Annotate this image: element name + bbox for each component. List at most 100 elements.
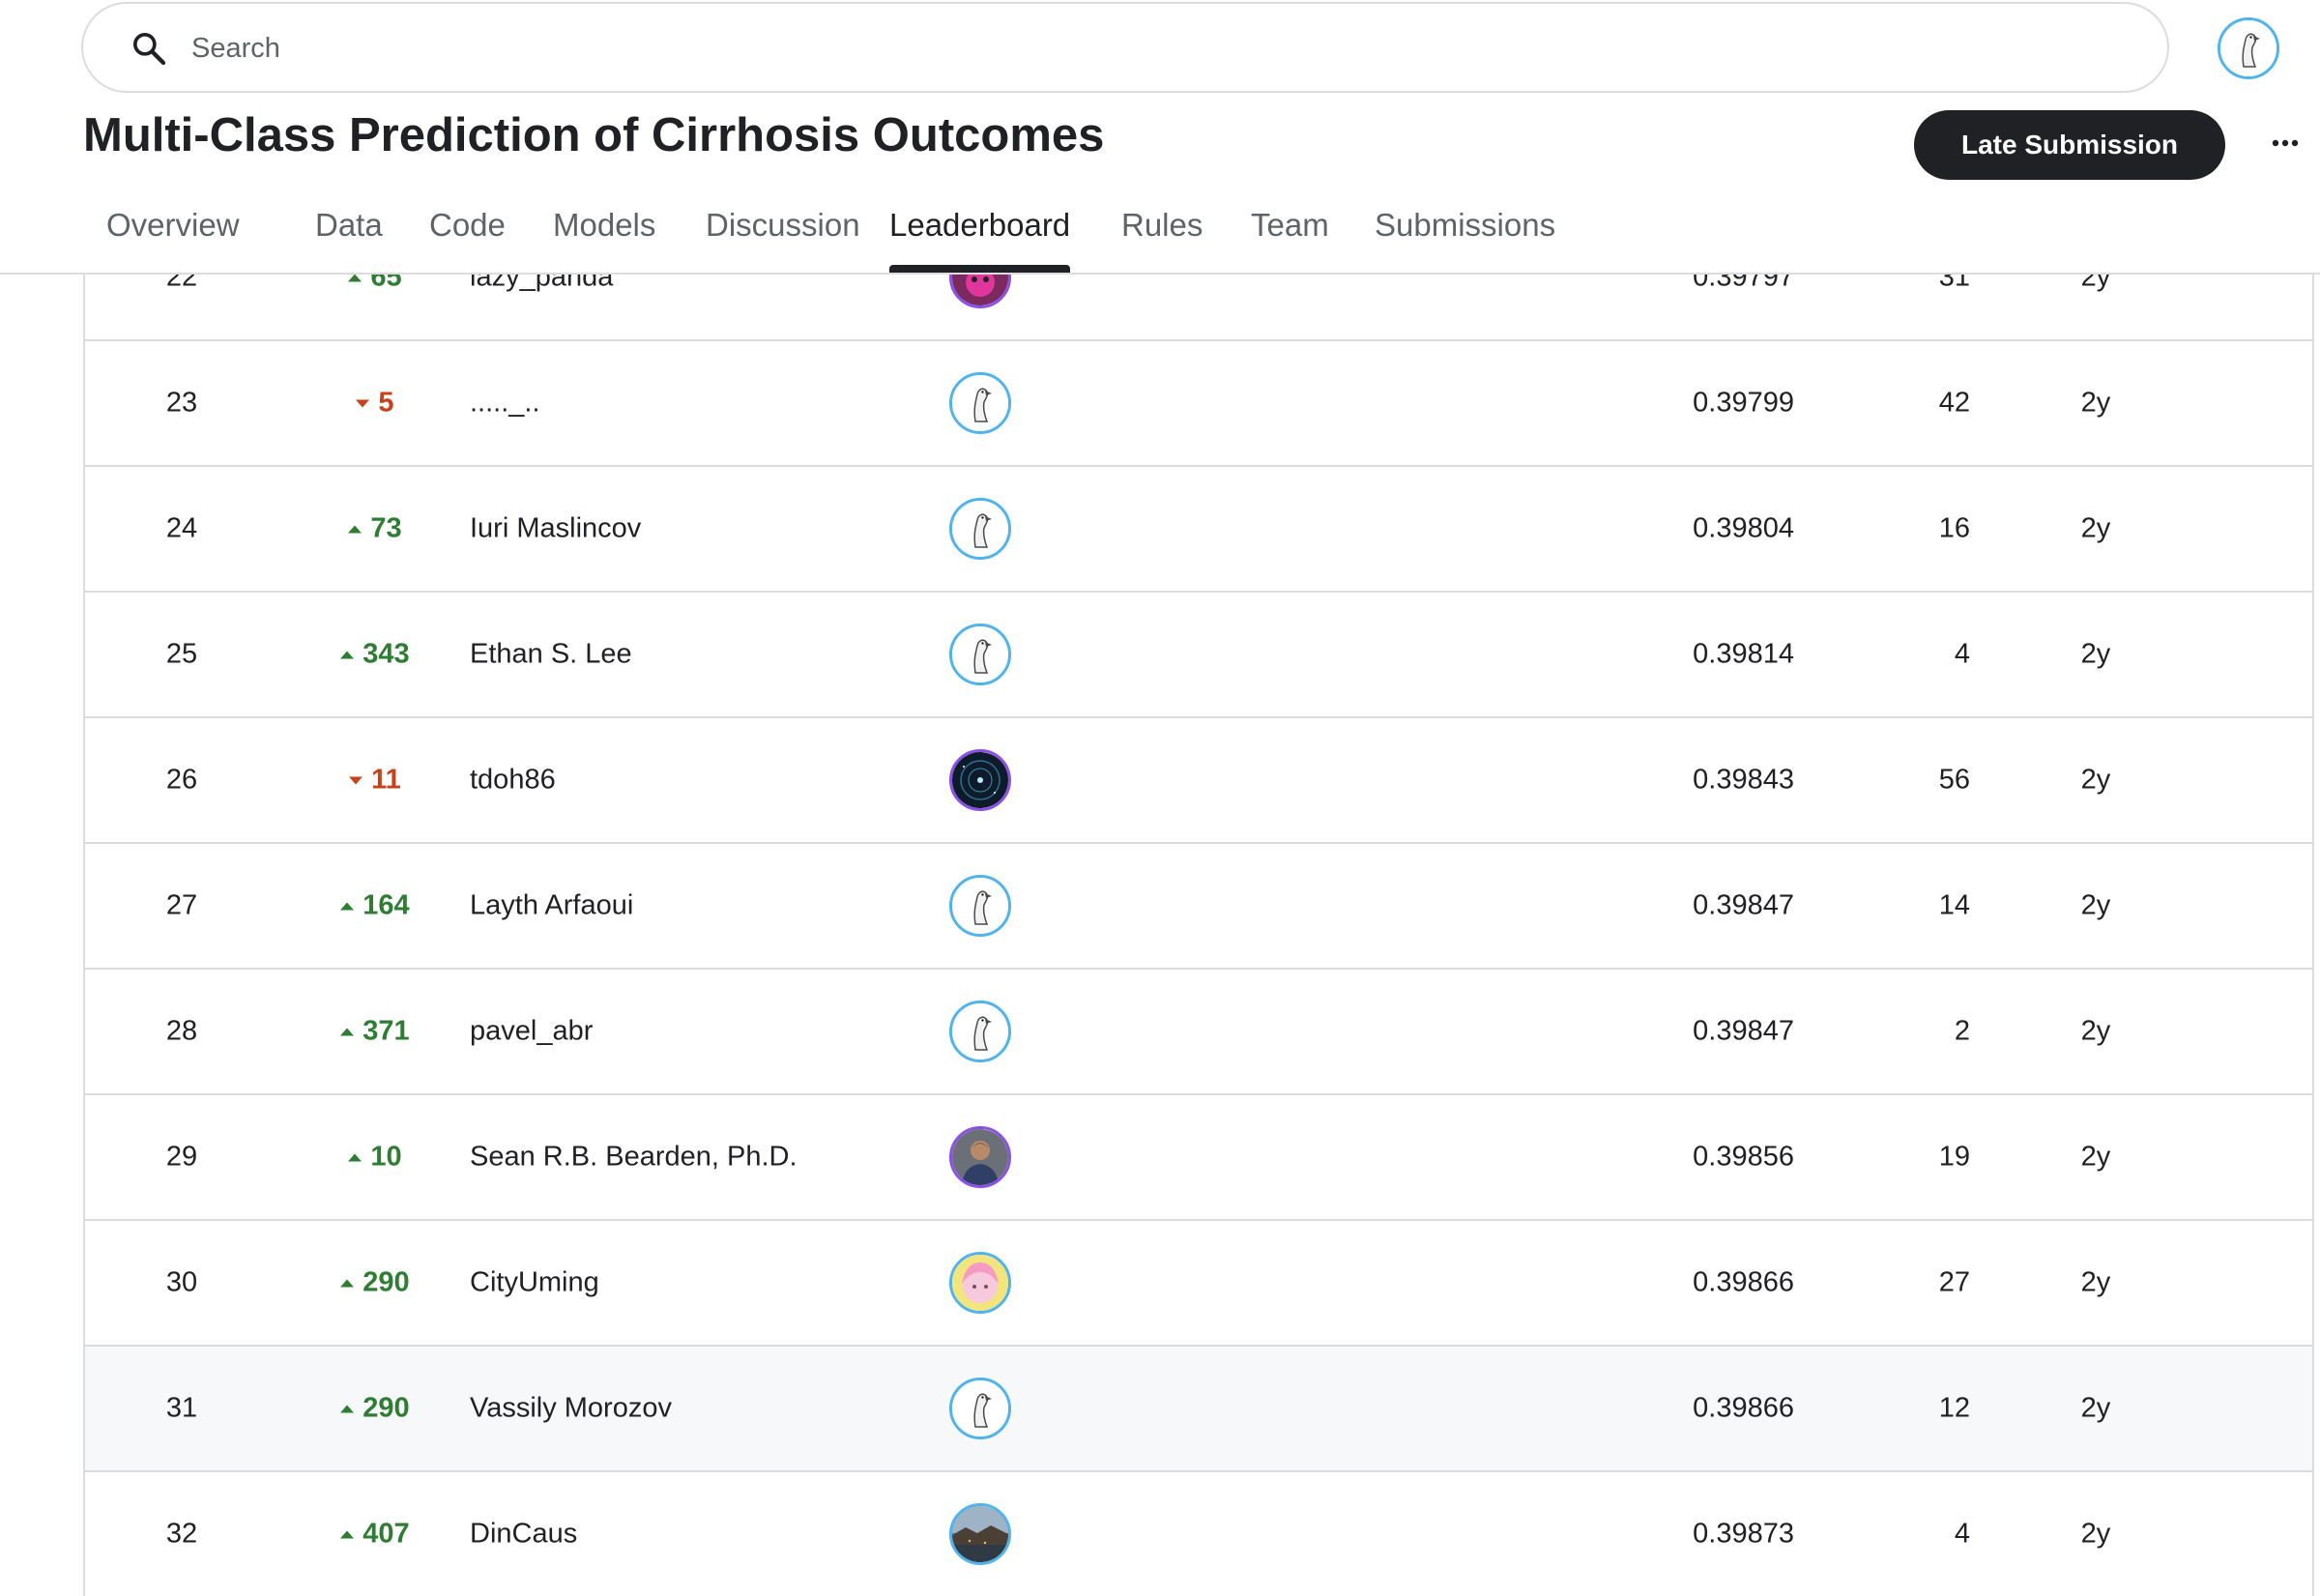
landscape-icon [952,1506,1008,1562]
arrow-up-icon [348,1153,362,1161]
score-cell: 0.39843 [1693,764,1794,796]
tab-rules[interactable]: Rules [1098,201,1226,273]
team-name[interactable]: Iuri Maslincov [470,513,641,545]
avatar[interactable] [949,1378,1011,1439]
leaderboard-table: 22 65 lazy_panda 0.39797 31 2y 23 5 ....._.. 0.39… [83,214,2314,1596]
table-row[interactable]: 31 290 Vassily Morozov 0.39866 12 2y [85,1345,2312,1470]
table-row[interactable]: 28 371 pavel_abr 0.39847 2 2y [85,968,2312,1093]
goose-icon [952,878,1008,934]
late-submission-button[interactable]: Late Submission [1914,110,2225,180]
score-cell: 0.39847 [1693,1015,1794,1047]
rank-change-value: 343 [362,638,410,670]
score-cell: 0.39856 [1693,1141,1794,1173]
arrow-up-icon [340,1405,355,1412]
team-name[interactable]: CityUming [470,1267,599,1299]
tab-overview[interactable]: Overview [83,201,263,273]
user-avatar[interactable] [2218,17,2279,79]
score-cell: 0.39873 [1693,1518,1794,1550]
avatar[interactable] [949,372,1011,434]
search-bar[interactable] [81,2,2169,93]
avatar[interactable] [949,1001,1011,1062]
rank-change-value: 11 [371,764,401,796]
entries-cell: 4 [1954,1518,1970,1550]
goose-icon [2220,20,2276,76]
entries-cell: 14 [1938,889,1970,921]
goose-icon [952,626,1008,682]
last-submission-cell: 2y [2080,638,2111,670]
entries-cell: 56 [1938,764,1970,796]
avatar[interactable] [949,1252,1011,1314]
rank-cell: 24 [165,512,198,544]
entries-cell: 12 [1938,1392,1970,1424]
rank-change: 5 [317,388,433,420]
rank-cell: 28 [165,1015,198,1047]
team-members [949,875,1011,937]
team-name[interactable]: Layth Arfaoui [470,890,633,922]
page-header: Multi-Class Prediction of Cirrhosis Outc… [0,0,2320,275]
arrow-down-icon [356,399,370,407]
search-input[interactable] [189,23,2030,73]
score-cell: 0.39847 [1693,889,1794,921]
team-name[interactable]: ....._.. [470,388,540,420]
arrow-up-icon [340,1028,355,1035]
table-row[interactable]: 23 5 ....._.. 0.39799 42 2y [85,339,2312,465]
avatar[interactable] [949,624,1011,685]
rank-change: 290 [317,1393,433,1425]
rank-change: 371 [317,1016,433,1048]
team-name[interactable]: Sean R.B. Bearden, Ph.D. [470,1142,798,1174]
table-row[interactable]: 24 73 Iuri Maslincov 0.39804 16 2y [85,465,2312,591]
tab-discussion[interactable]: Discussion [682,201,884,273]
team-name[interactable]: DinCaus [470,1519,577,1551]
rank-change: 407 [317,1519,433,1551]
more-options-icon[interactable] [2266,124,2305,162]
team-members [949,624,1011,685]
arrow-down-icon [349,776,363,784]
last-submission-cell: 2y [2080,889,2111,921]
avatar[interactable] [949,749,1011,811]
rank-change: 290 [317,1267,433,1299]
rank-change-value: 5 [378,387,394,419]
rank-cell: 26 [165,764,198,796]
team-members [949,372,1011,434]
last-submission-cell: 2y [2080,512,2111,544]
person-photo-icon [952,1129,1008,1185]
tab-team[interactable]: Team [1228,201,1352,273]
score-cell: 0.39799 [1693,387,1794,419]
rank-change: 11 [317,765,433,797]
team-name[interactable]: Vassily Morozov [470,1393,672,1425]
table-row[interactable]: 26 11 tdoh86 0.39843 56 2y [85,716,2312,842]
rank-change-value: 407 [362,1518,410,1550]
score-cell: 0.39866 [1693,1392,1794,1424]
table-row[interactable]: 32 407 DinCaus 0.39873 4 2y [85,1470,2312,1596]
team-name[interactable]: pavel_abr [470,1016,593,1048]
last-submission-cell: 2y [2080,1392,2111,1424]
team-name[interactable]: Ethan S. Lee [470,639,632,671]
goose-icon [952,501,1008,557]
table-row[interactable]: 25 343 Ethan S. Lee 0.39814 4 2y [85,591,2312,716]
team-members [949,1001,1011,1062]
entries-cell: 2 [1954,1015,1970,1047]
rank-change: 343 [317,639,433,671]
avatar[interactable] [949,1126,1011,1188]
last-submission-cell: 2y [2080,387,2111,419]
rank-cell: 31 [165,1392,198,1424]
team-members [949,498,1011,560]
team-name[interactable]: tdoh86 [470,765,556,797]
tab-code[interactable]: Code [406,201,529,273]
table-row[interactable]: 27 164 Layth Arfaoui 0.39847 14 2y [85,842,2312,968]
arrow-up-icon [340,902,355,910]
rank-change: 73 [317,513,433,545]
tab-leaderboard[interactable]: Leaderboard [866,201,1093,273]
table-row[interactable]: 30 290 CityUming 0.39866 27 2y [85,1219,2312,1345]
last-submission-cell: 2y [2080,764,2111,796]
team-members [949,1503,1011,1565]
avatar[interactable] [949,498,1011,560]
avatar[interactable] [949,875,1011,937]
tab-data[interactable]: Data [292,201,406,273]
avatar[interactable] [949,1503,1011,1565]
tab-submissions[interactable]: Submissions [1351,201,1579,273]
arrow-up-icon [348,274,362,281]
search-icon [130,29,168,68]
table-row[interactable]: 29 10 Sean R.B. Bearden, Ph.D. 0.39856 19 2y [85,1093,2312,1219]
tab-models[interactable]: Models [530,201,679,273]
